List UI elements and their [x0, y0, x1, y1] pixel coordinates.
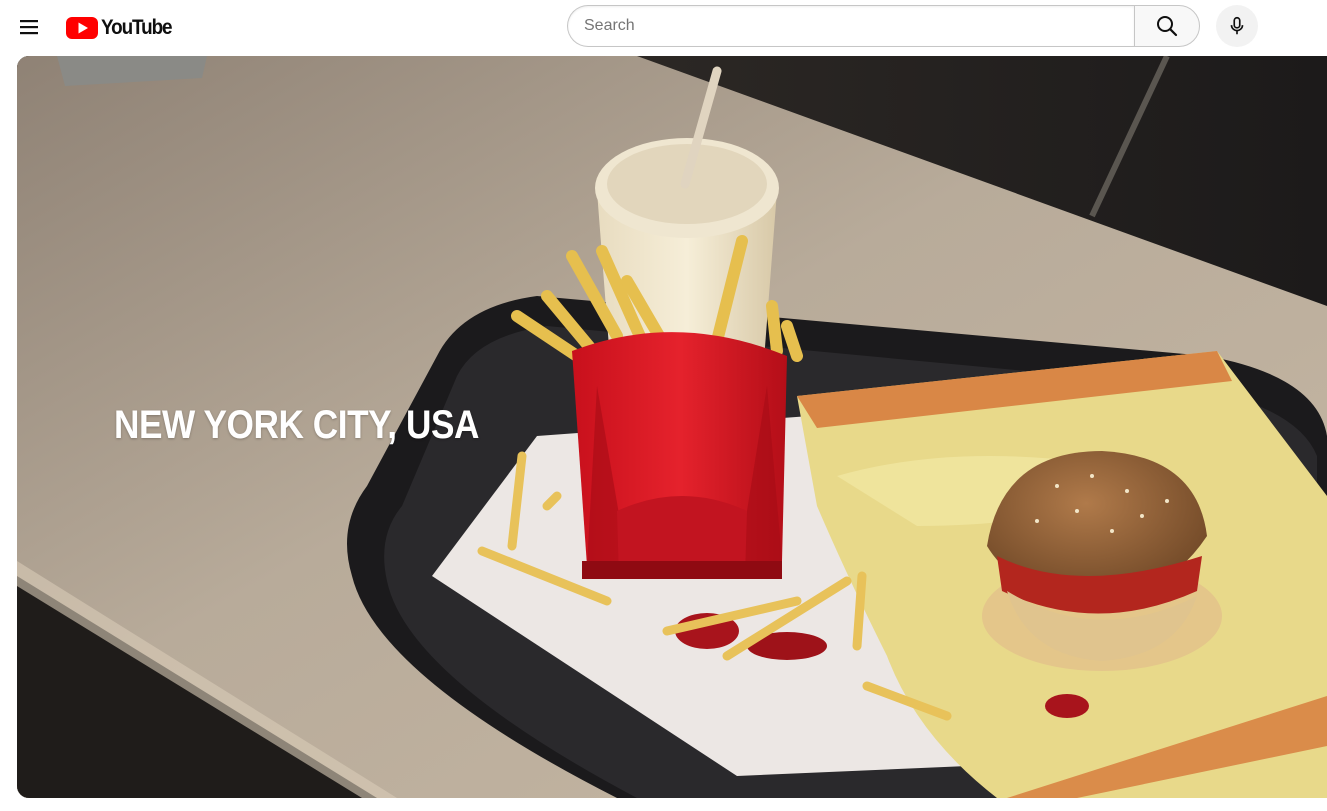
search-input[interactable]: [567, 5, 1134, 47]
guide-menu-button[interactable]: [12, 9, 48, 45]
search-bar: [567, 5, 1200, 47]
video-overlay-caption: NEW YORK CITY, USA: [114, 403, 479, 447]
microphone-icon: [1230, 16, 1244, 35]
youtube-logo-link[interactable]: YouTube: [66, 14, 179, 42]
search-icon: [1157, 16, 1178, 37]
voice-search-button[interactable]: [1216, 5, 1258, 47]
video-player[interactable]: NEW YORK CITY, USA: [17, 56, 1327, 798]
hamburger-menu-icon: [20, 20, 38, 35]
search-button[interactable]: [1134, 5, 1200, 47]
youtube-wordmark: YouTube: [101, 16, 173, 39]
masthead: YouTube: [0, 0, 1327, 56]
youtube-play-icon: [66, 17, 98, 39]
